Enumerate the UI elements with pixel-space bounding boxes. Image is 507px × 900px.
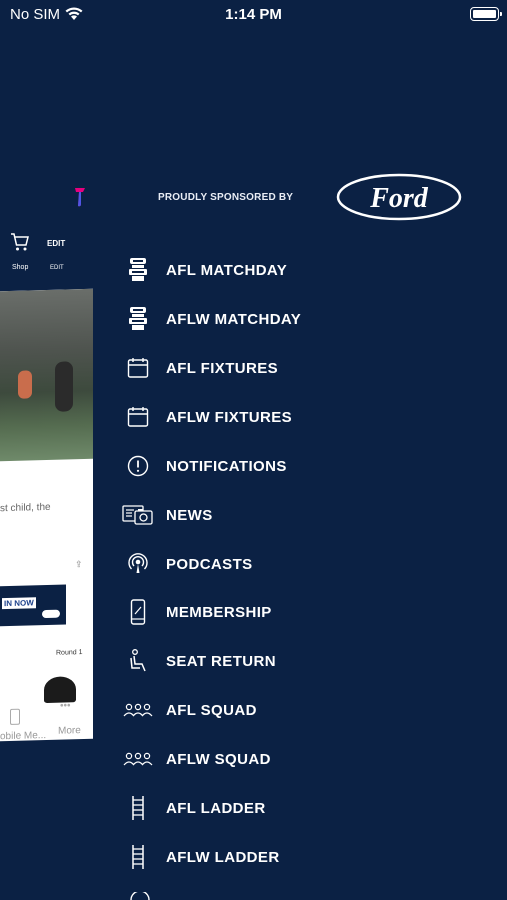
phone-tab-icon <box>10 708 20 725</box>
share-icon: ⇪ <box>75 559 83 570</box>
cart-icon[interactable] <box>10 232 30 252</box>
menu-label: AFLW FIXTURES <box>166 408 293 426</box>
more-icon: ••• <box>60 700 71 712</box>
menu-item-afl-squad[interactable]: AFL SQUAD <box>120 690 500 730</box>
menu-item-aflw-fixtures[interactable]: AFLW FIXTURES <box>120 397 500 437</box>
ladder-icon <box>120 793 156 823</box>
menu-label: PODCASTS <box>166 555 253 573</box>
menu-item-notifications[interactable]: NOTIFICATIONS <box>120 446 500 486</box>
phone-icon <box>120 597 156 627</box>
menu-item-afl-matchday[interactable]: AFL MATCHDAY <box>120 250 500 290</box>
menu-label: NEWS <box>166 506 213 524</box>
status-time: 1:14 PM <box>225 6 282 23</box>
sponsor-label: PROUDLY SPONSORED BY <box>158 192 294 203</box>
ladder-icon <box>120 842 156 872</box>
status-bar: No SIM 1:14 PM <box>0 0 507 28</box>
menu-label: AFL SQUAD <box>166 701 257 719</box>
menu-item-podcasts[interactable]: PODCASTS <box>120 544 500 584</box>
battery-icon <box>470 7 502 21</box>
calendar-icon <box>120 402 156 432</box>
group-icon <box>120 695 156 725</box>
alert-circle-icon <box>120 451 156 481</box>
stadium-icon <box>120 304 156 334</box>
round-label: Round 1 <box>56 649 83 657</box>
menu-label: AFL FIXTURES <box>166 359 279 377</box>
edit-caption: EDIT <box>50 265 64 271</box>
promo-banner: IN NOW <box>0 584 66 627</box>
edit-button[interactable]: EDIT <box>47 239 65 248</box>
calendar-icon <box>120 353 156 383</box>
menu-item-aflw-matchday[interactable]: AFLW MATCHDAY <box>120 299 500 339</box>
banner-text: IN NOW <box>2 597 36 610</box>
menu-label: SEAT RETURN <box>166 652 276 670</box>
menu-label: AFL MATCHDAY <box>166 261 288 279</box>
tab-membership: obile Me... <box>0 730 47 742</box>
stadium-icon <box>120 255 156 285</box>
ford-mini-logo <box>42 609 60 619</box>
menu-item-afl-ladder[interactable]: AFL LADDER <box>120 788 500 828</box>
menu-label: AFLW LADDER <box>166 848 280 866</box>
group-icon <box>120 744 156 774</box>
article-snippet: st child, the <box>0 501 51 515</box>
tab-more: More <box>58 725 81 737</box>
menu-item-aflw-ladder[interactable]: AFLW LADDER <box>120 837 500 877</box>
menu-label: MEMBERSHIP <box>166 603 272 621</box>
mascot-image <box>44 676 76 704</box>
app-preview[interactable]: Shop EDIT EDIT st child, the ⇪ IN NOW Ro… <box>0 170 100 770</box>
menu-label: AFLW SQUAD <box>166 750 271 768</box>
news-camera-icon <box>120 500 156 530</box>
podcast-icon <box>120 549 156 579</box>
article-photo <box>0 288 93 462</box>
menu-label: AFLW MATCHDAY <box>166 310 302 328</box>
menu-item-membership[interactable]: MEMBERSHIP <box>120 592 500 632</box>
telstra-logo <box>75 188 85 207</box>
seat-icon <box>120 646 156 676</box>
menu-label: AFL LADDER <box>166 799 266 817</box>
partial-menu-icon <box>130 892 150 900</box>
preview-card: st child, the ⇪ IN NOW Round 1 obile Me.… <box>0 288 93 742</box>
ford-logo: Ford <box>336 173 462 221</box>
menu-item-aflw-squad[interactable]: AFLW SQUAD <box>120 739 500 779</box>
menu-label: NOTIFICATIONS <box>166 457 287 475</box>
shop-label[interactable]: Shop <box>12 264 28 271</box>
menu-item-afl-fixtures[interactable]: AFL FIXTURES <box>120 348 500 388</box>
menu-item-news[interactable]: NEWS <box>120 495 500 535</box>
menu-item-seat-return[interactable]: SEAT RETURN <box>120 641 500 681</box>
ford-logo-text: Ford <box>369 183 429 214</box>
